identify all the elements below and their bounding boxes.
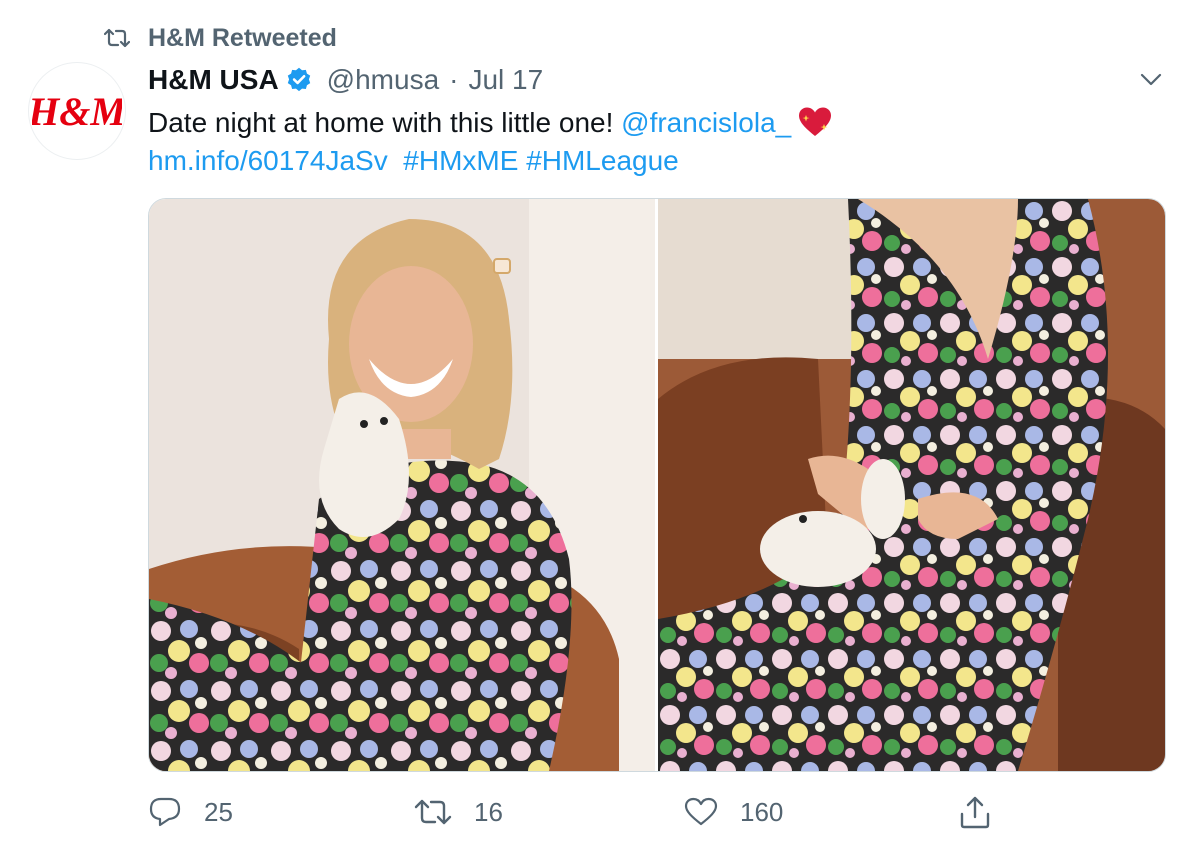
sparkling-heart-icon (797, 106, 833, 148)
tweet-text-line-2: hm.info/60174JaSv #HMxME #HMLeague (148, 142, 679, 180)
photo-dress-and-puppy[interactable] (658, 199, 1165, 771)
more-options-button[interactable] (1138, 66, 1164, 97)
url-link[interactable]: hm.info/60174JaSv (148, 145, 388, 176)
media-grid (148, 198, 1166, 772)
author-name[interactable]: H&M USA (148, 64, 279, 96)
reply-icon (149, 797, 181, 827)
retweet-count: 16 (474, 796, 503, 827)
tweet-text: Date night at home with this little one! (148, 107, 622, 138)
like-count: 160 (740, 796, 784, 827)
retweet-label: H&M Retweeted (148, 23, 337, 52)
like-button[interactable]: 160 (684, 790, 783, 834)
retweet-icon (414, 799, 452, 825)
svg-text:H&M: H&M (32, 89, 122, 134)
retweet-button[interactable]: 16 (414, 790, 503, 834)
share-button[interactable] (958, 790, 1014, 834)
mention-link[interactable]: @francislola_ (621, 107, 791, 138)
retweet-icon (104, 28, 130, 48)
hm-logo: H&M (32, 89, 122, 134)
reply-button[interactable]: 25 (148, 790, 233, 834)
tweet-date[interactable]: Jul 17 (468, 64, 543, 96)
photo-woman-with-puppy[interactable] (149, 199, 655, 771)
verified-badge-icon (285, 66, 313, 94)
hashtag-link[interactable]: #HMxME (403, 145, 518, 176)
tweet-header: H&M USA @hmusa · Jul 17 (148, 60, 543, 100)
chevron-down-icon (1140, 73, 1162, 86)
action-bar: 25 16 160 (148, 790, 1164, 834)
reply-count: 25 (204, 796, 233, 827)
separator-dot: · (449, 64, 459, 95)
avatar[interactable]: H&M (28, 62, 126, 160)
retweet-header[interactable]: H&M Retweeted (104, 22, 337, 54)
heart-icon (684, 797, 718, 826)
hashtag-link[interactable]: #HMLeague (526, 145, 679, 176)
share-icon (960, 796, 990, 829)
author-handle[interactable]: @hmusa (327, 64, 439, 96)
